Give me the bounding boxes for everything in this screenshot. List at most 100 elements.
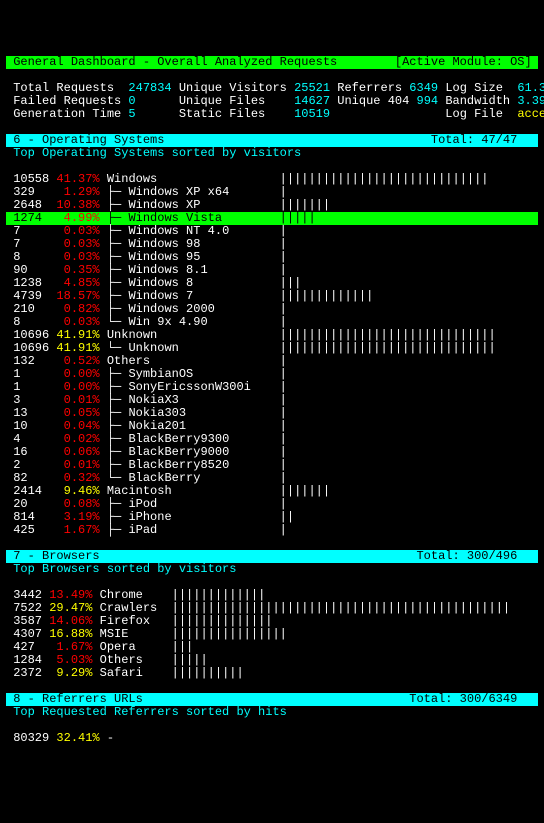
- label: ├─ Windows 98: [107, 237, 280, 251]
- count: 132: [13, 354, 56, 368]
- percent: 0.06%: [56, 445, 99, 459]
- percent: 0.00%: [56, 380, 99, 394]
- percent: 10.38%: [56, 198, 99, 212]
- label: ├─ iPhone: [107, 510, 280, 524]
- label: Windows: [107, 172, 280, 186]
- count: 10: [13, 419, 56, 433]
- bar: |: [280, 354, 287, 368]
- stat-value: 247834: [128, 81, 178, 95]
- panel-subtitle: Top Browsers sorted by visitors: [6, 563, 538, 576]
- stat-key: Failed Requests: [13, 94, 128, 108]
- stat-key: Unique Visitors: [179, 81, 294, 95]
- bar: |: [280, 250, 287, 264]
- bar: ||||||||||||||: [172, 614, 273, 628]
- stat-line: Generation Time 5 Static Files 10519 Log…: [6, 108, 538, 121]
- bar: |||||: [172, 653, 208, 667]
- percent: 41.91%: [56, 341, 99, 355]
- label: Crawlers: [100, 601, 172, 615]
- count: 210: [13, 302, 56, 316]
- label: ├─ SymbianOS: [107, 367, 280, 381]
- percent: 0.08%: [56, 497, 99, 511]
- count: 3442: [13, 588, 49, 602]
- label: ├─ Windows 8.1: [107, 263, 280, 277]
- bar: |: [280, 523, 287, 537]
- count: 2648: [13, 198, 56, 212]
- label: ├─ iPad: [107, 523, 280, 537]
- count: 329: [13, 185, 56, 199]
- label: └─ BlackBerry: [107, 471, 280, 485]
- bar: |||: [172, 640, 194, 654]
- bar: |: [280, 380, 287, 394]
- panel-subtitle: Top Requested Referrers sorted by hits: [6, 706, 538, 719]
- count: 3: [13, 393, 56, 407]
- bar: |: [280, 393, 287, 407]
- percent: 9.29%: [49, 666, 92, 680]
- label: ├─ Windows XP x64: [107, 185, 280, 199]
- percent: 5.03%: [49, 653, 92, 667]
- bar: ||||||||||||||||||||||||||||||: [280, 341, 496, 355]
- count: 7: [13, 224, 56, 238]
- stat-key: Total Requests: [13, 81, 128, 95]
- table-row[interactable]: 2372 9.29% Safari ||||||||||: [6, 667, 538, 680]
- percent: 41.91%: [56, 328, 99, 342]
- percent: 0.00%: [56, 367, 99, 381]
- count: 425: [13, 523, 56, 537]
- label: ├─ Windows NT 4.0: [107, 224, 280, 238]
- label: ├─ BlackBerry9000: [107, 445, 280, 459]
- count: 427: [13, 640, 49, 654]
- panel-subtitle: Top Operating Systems sorted by visitors: [6, 147, 538, 160]
- percent: 0.03%: [56, 250, 99, 264]
- percent: 1.67%: [49, 640, 92, 654]
- percent: 0.35%: [56, 263, 99, 277]
- percent: 0.02%: [56, 432, 99, 446]
- active-module: [Active Module: OS]: [395, 55, 532, 69]
- percent: 29.47%: [49, 601, 92, 615]
- count: 2: [13, 458, 56, 472]
- bar: |: [280, 224, 287, 238]
- label: MSIE: [100, 627, 172, 641]
- count: 1238: [13, 276, 56, 290]
- count: 1: [13, 380, 56, 394]
- percent: 0.32%: [56, 471, 99, 485]
- bar: |||||||||||||||||||||||||||||: [280, 172, 489, 186]
- percent: 1.29%: [56, 185, 99, 199]
- percent: 4.99%: [56, 211, 99, 225]
- percent: 0.03%: [56, 224, 99, 238]
- bar: |: [280, 315, 287, 329]
- percent: 0.03%: [56, 237, 99, 251]
- label: ├─ Windows 8: [107, 276, 280, 290]
- label: ├─ Windows 7: [107, 289, 280, 303]
- stat-value: 3.39 GiB: [517, 94, 544, 108]
- percent: 18.57%: [56, 289, 99, 303]
- count: 80329: [13, 731, 56, 745]
- label: Chrome: [100, 588, 172, 602]
- bar: |||||||: [280, 198, 330, 212]
- label: └─ Win 9x 4.90: [107, 315, 280, 329]
- percent: 0.05%: [56, 406, 99, 420]
- count: 8: [13, 315, 56, 329]
- label: └─ Unknown: [107, 341, 280, 355]
- percent: 0.04%: [56, 419, 99, 433]
- percent: 14.06%: [49, 614, 92, 628]
- table-row[interactable]: 80329 32.41% -: [6, 732, 538, 745]
- bar: |||||||: [280, 484, 330, 498]
- stat-value: 61.37 MiB: [517, 81, 544, 95]
- app-title: General Dashboard - Overall Analyzed Req…: [13, 55, 337, 69]
- label: ├─ SonyEricssonW300i: [107, 380, 280, 394]
- bar: |: [280, 406, 287, 420]
- bar: ||||||||||: [172, 666, 244, 680]
- label: Safari: [100, 666, 172, 680]
- label: Unknown: [107, 328, 280, 342]
- percent: 32.41%: [56, 731, 99, 745]
- bar: ||||||||||||||||||||||||||||||||||||||||…: [172, 601, 510, 615]
- label: ├─ NokiaX3: [107, 393, 280, 407]
- percent: 1.67%: [56, 523, 99, 537]
- bar: |: [280, 185, 287, 199]
- label: ├─ Nokia303: [107, 406, 280, 420]
- table-row[interactable]: 425 1.67% ├─ iPad |: [6, 524, 538, 537]
- count: 13: [13, 406, 56, 420]
- label: ├─ Windows 2000: [107, 302, 280, 316]
- count: 4739: [13, 289, 56, 303]
- label: Others: [100, 653, 172, 667]
- count: 8: [13, 250, 56, 264]
